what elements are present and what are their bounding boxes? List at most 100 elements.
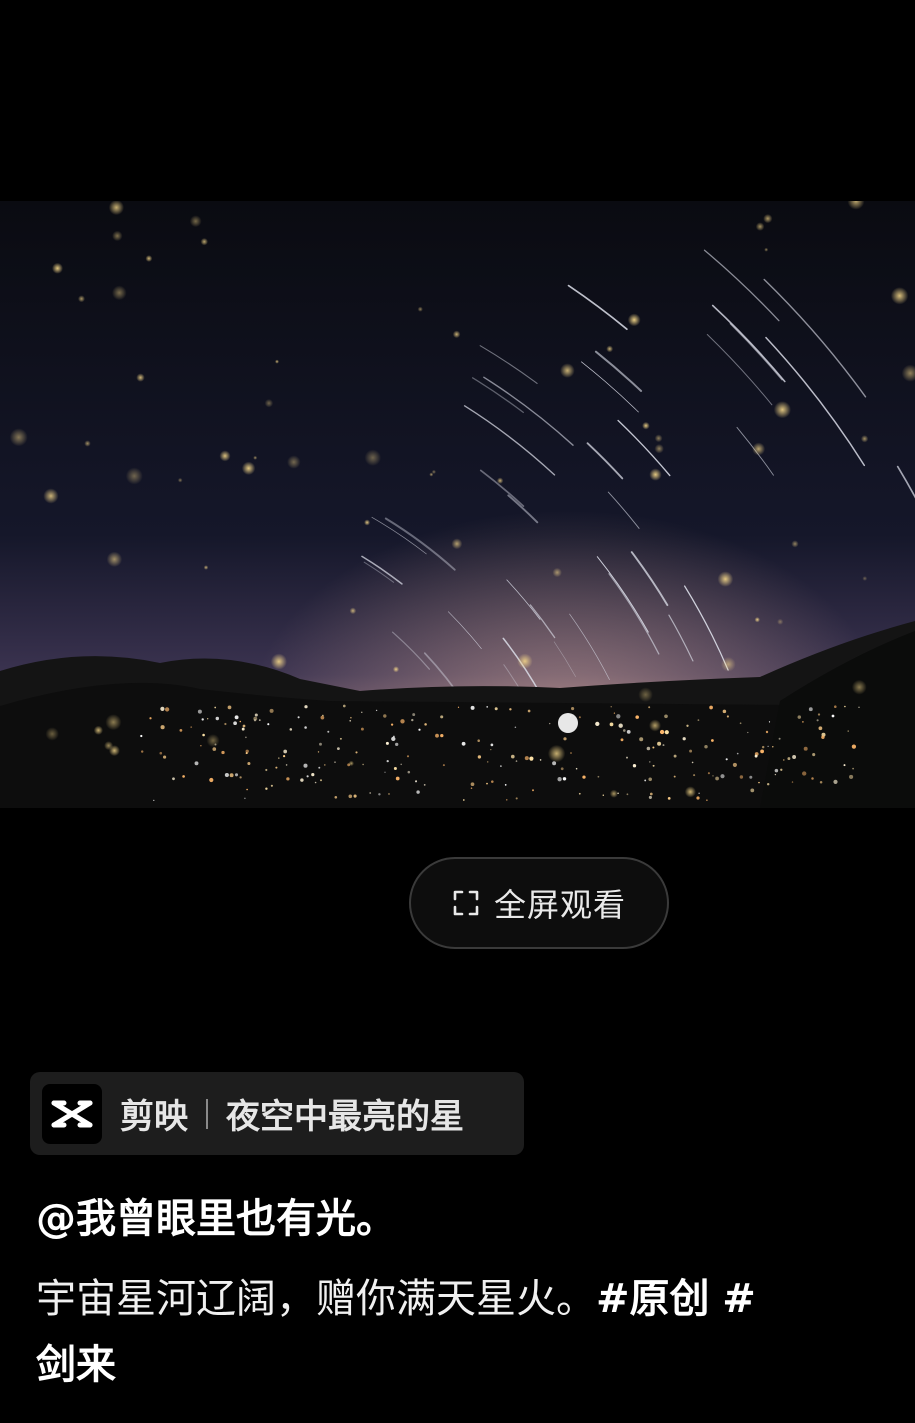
fullscreen-label: 全屏观看 xyxy=(493,886,626,924)
video-player[interactable] xyxy=(0,201,915,808)
bokeh-dot xyxy=(560,363,575,378)
bokeh-dot xyxy=(496,477,504,484)
city-light xyxy=(378,793,381,796)
bokeh-dot xyxy=(177,477,183,483)
city-light xyxy=(602,794,605,796)
bokeh-dot xyxy=(93,725,103,735)
city-light xyxy=(323,764,326,766)
bokeh-dot xyxy=(862,576,868,581)
city-light xyxy=(406,755,410,758)
city-light xyxy=(575,767,578,770)
city-light xyxy=(258,719,261,721)
city-light xyxy=(529,756,534,761)
city-light xyxy=(849,774,854,779)
bokeh-dot xyxy=(253,455,258,460)
city-light xyxy=(506,799,508,801)
city-light xyxy=(164,707,170,712)
city-light xyxy=(560,767,564,771)
city-light xyxy=(362,763,364,766)
capcut-logo-icon xyxy=(42,1083,102,1144)
bokeh-dot xyxy=(552,567,562,578)
city-light xyxy=(423,784,426,786)
city-light xyxy=(470,782,475,787)
city-light xyxy=(190,726,193,728)
city-light xyxy=(802,771,807,776)
city-light xyxy=(245,736,247,739)
city-light xyxy=(682,737,686,741)
city-light xyxy=(229,773,234,778)
city-light xyxy=(486,706,489,708)
bokeh-dot xyxy=(791,540,799,548)
bokeh-dot xyxy=(609,789,619,798)
fullscreen-button[interactable]: 全屏观看 xyxy=(409,857,669,949)
city-light xyxy=(778,737,781,740)
bokeh-dot xyxy=(752,442,766,456)
city-light xyxy=(202,733,205,737)
city-light xyxy=(765,730,769,734)
city-light xyxy=(532,789,534,792)
city-light xyxy=(664,714,668,719)
city-light xyxy=(616,714,621,719)
city-light xyxy=(149,717,152,720)
city-light xyxy=(269,708,274,713)
city-light xyxy=(395,742,399,747)
city-light xyxy=(515,760,518,762)
city-light xyxy=(749,775,753,779)
city-light xyxy=(278,757,280,759)
city-light xyxy=(515,797,518,800)
city-light xyxy=(597,775,600,778)
city-light xyxy=(626,756,628,759)
city-light xyxy=(768,721,771,723)
city-light xyxy=(393,766,397,771)
city-light xyxy=(286,777,290,781)
city-light xyxy=(509,708,512,711)
hashtag-original[interactable]: #原创 xyxy=(596,1276,710,1322)
city-light xyxy=(153,799,155,802)
author-name[interactable]: @我曾眼里也有光。 xyxy=(36,1186,396,1244)
city-light xyxy=(265,768,268,772)
caption-text: 宇宙星河辽阔，赠你满天星火。 xyxy=(36,1276,596,1322)
city-light xyxy=(297,716,300,719)
city-light xyxy=(386,759,389,763)
city-light xyxy=(562,777,567,781)
city-light xyxy=(400,719,405,724)
city-light xyxy=(212,747,217,751)
city-light xyxy=(557,777,562,782)
city-glow xyxy=(558,713,578,733)
city-light xyxy=(318,766,321,769)
city-light xyxy=(461,741,466,746)
city-light xyxy=(844,705,846,708)
city-light xyxy=(514,726,517,728)
city-light xyxy=(395,776,400,781)
bokeh-dot xyxy=(649,719,661,732)
city-light xyxy=(239,776,242,779)
city-light xyxy=(595,721,600,727)
city-light xyxy=(539,759,542,761)
city-light xyxy=(339,737,342,740)
city-light xyxy=(342,704,346,708)
city-light xyxy=(194,761,199,766)
city-light xyxy=(207,718,209,720)
city-light xyxy=(725,758,728,761)
city-light xyxy=(242,724,246,728)
city-light xyxy=(424,723,427,726)
city-light xyxy=(843,764,846,767)
bokeh-dot xyxy=(145,255,153,262)
city-light xyxy=(224,722,227,726)
bokeh-dot xyxy=(642,421,650,430)
city-light xyxy=(657,741,662,746)
city-light xyxy=(802,721,804,723)
city-light xyxy=(384,771,386,773)
city-light xyxy=(578,792,581,795)
bokeh-dot xyxy=(349,607,357,615)
city-light xyxy=(504,784,507,786)
city-light xyxy=(304,726,307,729)
city-light xyxy=(652,764,655,767)
capcut-template-chip[interactable]: 剪映 夜空中最亮的星 xyxy=(30,1072,524,1155)
city-light xyxy=(491,780,494,783)
city-light xyxy=(726,715,729,718)
city-light xyxy=(283,749,288,754)
city-light xyxy=(644,779,647,782)
city-light xyxy=(689,749,693,753)
city-light xyxy=(334,761,336,763)
